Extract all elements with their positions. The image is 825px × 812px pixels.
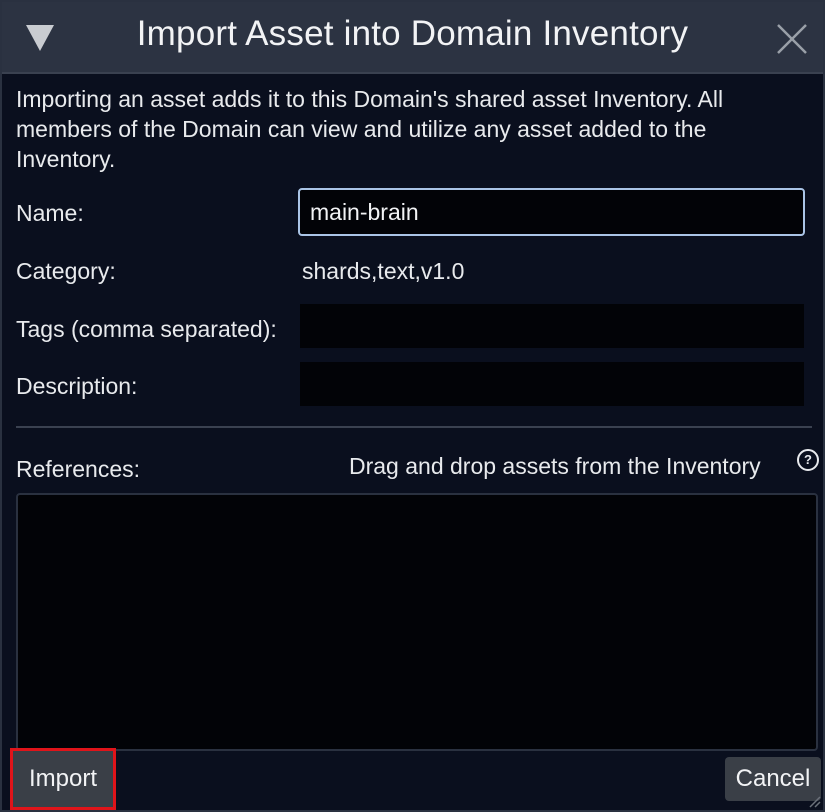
name-input[interactable]	[298, 188, 805, 236]
help-icon[interactable]: ?	[797, 449, 819, 471]
import-button[interactable]: Import	[10, 748, 116, 810]
intro-text: Importing an asset adds it to this Domai…	[16, 86, 724, 172]
tags-input[interactable]	[300, 304, 804, 348]
references-drop-zone[interactable]	[16, 493, 818, 751]
resize-grip-icon[interactable]	[807, 794, 821, 808]
help-glyph: ?	[804, 452, 812, 467]
import-asset-dialog: Import Asset into Domain Inventory Impor…	[0, 0, 825, 812]
references-label: References:	[16, 456, 141, 482]
tags-label: Tags (comma separated):	[16, 316, 277, 342]
references-hint: Drag and drop assets from the Inventory	[349, 453, 761, 479]
close-icon[interactable]	[775, 22, 809, 56]
dialog-title: Import Asset into Domain Inventory	[136, 14, 689, 53]
section-divider	[16, 426, 812, 428]
dialog-titlebar[interactable]: Import Asset into Domain Inventory	[2, 2, 823, 74]
category-value: shards,text,v1.0	[302, 258, 465, 284]
description-label: Description:	[16, 373, 138, 399]
name-label: Name:	[16, 200, 84, 226]
description-input[interactable]	[300, 362, 804, 406]
category-label: Category:	[16, 258, 116, 284]
